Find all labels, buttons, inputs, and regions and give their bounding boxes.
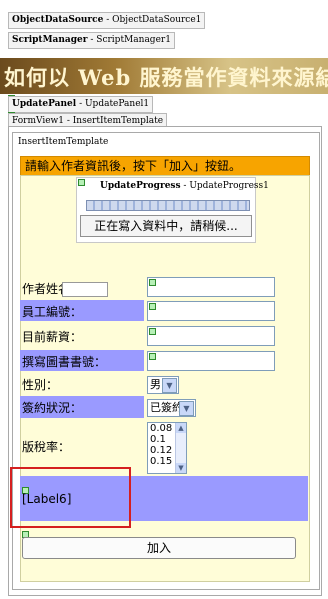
gender-selected: 男	[150, 378, 161, 391]
banner-title: 如何以 Web 服務當作資料來源結合 F	[4, 65, 328, 90]
add-button[interactable]: 加入	[22, 537, 296, 559]
author-name-input[interactable]	[147, 277, 275, 297]
salary-input[interactable]	[147, 326, 275, 346]
scriptmanager-tag[interactable]: ScriptManager - ScriptManager1	[8, 32, 175, 49]
royalty-label: 版稅率：	[22, 440, 71, 454]
template-title: InsertItemTemplate	[18, 137, 109, 147]
updatepanel-tag[interactable]: UpdatePanel - UpdatePanel1	[8, 96, 154, 113]
progress-message: 正在寫入資料中，請稍候...	[80, 215, 252, 237]
title-banner: 如何以 Web 服務當作資料來源結合 F	[0, 58, 328, 94]
objectdatasource-tag[interactable]: ObjectDataSource - ObjectDataSource1	[8, 12, 206, 29]
progress-bar	[86, 200, 250, 211]
scroll-up-icon[interactable]: ▲	[176, 423, 186, 433]
updateprogress-tag[interactable]: UpdateProgress - UpdateProgress1	[100, 181, 269, 191]
contract-select[interactable]: 已簽約 ▼	[147, 399, 196, 417]
listbox-scrollbar[interactable]: ▲ ▼	[175, 423, 186, 473]
employee-id-input[interactable]	[147, 301, 275, 321]
salary-label: 目前薪資：	[22, 330, 83, 344]
royalty-listbox[interactable]: 0.08 0.1 0.12 0.15 ▲ ▼	[147, 422, 187, 474]
author-name-small-box	[62, 282, 108, 297]
row-salary: 目前薪資：	[20, 326, 144, 346]
highlight-rectangle	[10, 467, 131, 528]
notice-text: 請輸入作者資訊後，按下「加入」按鈕。	[25, 159, 242, 173]
row-employee-id: 員工編號：	[20, 300, 144, 321]
row-contract: 簽約狀況：	[20, 396, 144, 418]
scroll-down-icon[interactable]: ▼	[176, 463, 186, 473]
chevron-down-icon[interactable]: ▼	[179, 401, 194, 416]
notice-banner: 請輸入作者資訊後，按下「加入」按鈕。	[20, 156, 310, 176]
contract-label: 簽約狀況：	[22, 401, 83, 415]
chevron-down-icon[interactable]: ▼	[162, 378, 177, 393]
book-id-input[interactable]	[147, 351, 275, 371]
employee-id-label: 員工編號：	[22, 305, 83, 319]
gender-select[interactable]: 男 ▼	[147, 376, 179, 394]
row-book-id: 撰寫圖書書號：	[20, 350, 144, 371]
updateprogress-glyph	[78, 179, 85, 186]
gender-label: 性別：	[22, 378, 59, 392]
book-id-label: 撰寫圖書書號：	[22, 355, 107, 369]
row-royalty: 版稅率：	[20, 422, 144, 472]
row-gender: 性別：	[20, 374, 144, 394]
